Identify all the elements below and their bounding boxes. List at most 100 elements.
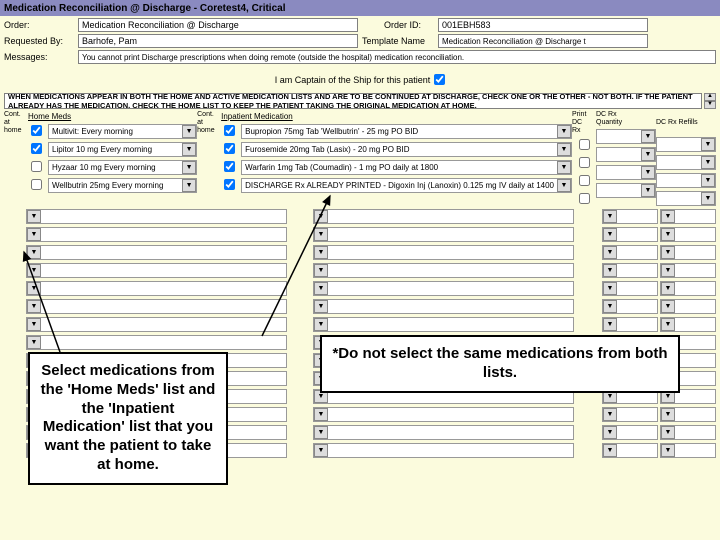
home-med-select[interactable]: Lipitor 10 mg Every morning▼: [48, 142, 197, 157]
chevron-down-icon[interactable]: ▼: [314, 282, 328, 295]
chevron-down-icon[interactable]: ▼: [661, 282, 675, 295]
empty-inpatient-select[interactable]: ▼: [313, 245, 574, 260]
chevron-down-icon[interactable]: ▼: [603, 426, 617, 439]
refills-select[interactable]: ▼: [656, 173, 716, 188]
empty-qty-select[interactable]: ▼: [602, 227, 658, 242]
home-med-checkbox[interactable]: [31, 125, 42, 136]
order-field[interactable]: Medication Reconciliation @ Discharge: [78, 18, 358, 32]
empty-qty-select[interactable]: ▼: [602, 407, 658, 422]
empty-home-select[interactable]: ▼: [26, 335, 287, 350]
chevron-down-icon[interactable]: ▼: [661, 246, 675, 259]
empty-home-select[interactable]: ▼: [26, 209, 287, 224]
chevron-down-icon[interactable]: ▼: [182, 125, 196, 138]
inpatient-med-checkbox[interactable]: [224, 161, 235, 172]
chevron-down-icon[interactable]: ▼: [27, 318, 41, 331]
refills-select[interactable]: ▼: [656, 155, 716, 170]
chevron-down-icon[interactable]: ▼: [641, 148, 655, 161]
chevron-down-icon[interactable]: ▼: [314, 408, 328, 421]
empty-qty-select[interactable]: ▼: [602, 443, 658, 458]
inpatient-med-select[interactable]: DISCHARGE Rx ALREADY PRINTED - Digoxin I…: [241, 178, 572, 193]
chevron-down-icon[interactable]: ▼: [603, 246, 617, 259]
chevron-down-icon[interactable]: ▼: [182, 143, 196, 156]
chevron-down-icon[interactable]: ▼: [557, 161, 571, 174]
home-med-checkbox[interactable]: [31, 179, 42, 190]
chevron-down-icon[interactable]: ▼: [314, 264, 328, 277]
empty-refills-select[interactable]: ▼: [660, 407, 716, 422]
empty-home-select[interactable]: ▼: [26, 227, 287, 242]
empty-refills-select[interactable]: ▼: [660, 317, 716, 332]
chevron-down-icon[interactable]: ▼: [557, 179, 571, 192]
chevron-down-icon[interactable]: ▼: [661, 264, 675, 277]
empty-refills-select[interactable]: ▼: [660, 227, 716, 242]
chevron-down-icon[interactable]: ▼: [701, 138, 715, 151]
inpatient-med-checkbox[interactable]: [224, 143, 235, 154]
chevron-down-icon[interactable]: ▼: [661, 444, 675, 457]
empty-home-select[interactable]: ▼: [26, 317, 287, 332]
chevron-down-icon[interactable]: ▼: [27, 336, 41, 349]
chevron-down-icon[interactable]: ▼: [641, 184, 655, 197]
print-rx-checkbox[interactable]: [579, 175, 590, 186]
qty-select[interactable]: ▼: [596, 165, 656, 180]
captain-checkbox[interactable]: [434, 74, 445, 85]
home-med-checkbox[interactable]: [31, 161, 42, 172]
empty-home-select[interactable]: ▼: [26, 299, 287, 314]
empty-inpatient-select[interactable]: ▼: [313, 227, 574, 242]
inpatient-med-select[interactable]: Warfarin 1mg Tab (Coumadin) - 1 mg PO da…: [241, 160, 572, 175]
chevron-down-icon[interactable]: ▼: [603, 228, 617, 241]
empty-inpatient-select[interactable]: ▼: [313, 299, 574, 314]
empty-qty-select[interactable]: ▼: [602, 209, 658, 224]
empty-inpatient-select[interactable]: ▼: [313, 443, 574, 458]
home-med-select[interactable]: Multivit: Every morning▼: [48, 124, 197, 139]
chevron-down-icon[interactable]: ▼: [557, 125, 571, 138]
print-rx-checkbox[interactable]: [579, 139, 590, 150]
chevron-down-icon[interactable]: ▼: [27, 228, 41, 241]
chevron-down-icon[interactable]: ▼: [701, 156, 715, 169]
empty-refills-select[interactable]: ▼: [660, 245, 716, 260]
chevron-down-icon[interactable]: ▼: [182, 179, 196, 192]
chevron-down-icon[interactable]: ▼: [661, 300, 675, 313]
empty-qty-select[interactable]: ▼: [602, 425, 658, 440]
chevron-down-icon[interactable]: ▼: [701, 174, 715, 187]
chevron-down-icon[interactable]: ▼: [603, 318, 617, 331]
chevron-down-icon[interactable]: ▼: [27, 282, 41, 295]
empty-refills-select[interactable]: ▼: [660, 263, 716, 278]
chevron-down-icon[interactable]: ▼: [701, 192, 715, 205]
chevron-down-icon[interactable]: ▼: [661, 318, 675, 331]
refills-select[interactable]: ▼: [656, 137, 716, 152]
empty-refills-select[interactable]: ▼: [660, 299, 716, 314]
chevron-down-icon[interactable]: ▼: [182, 161, 196, 174]
chevron-down-icon[interactable]: ▼: [661, 210, 675, 223]
empty-home-select[interactable]: ▼: [26, 245, 287, 260]
qty-select[interactable]: ▼: [596, 183, 656, 198]
chevron-down-icon[interactable]: ▼: [27, 210, 41, 223]
chevron-down-icon[interactable]: ▼: [641, 130, 655, 143]
chevron-down-icon[interactable]: ▼: [557, 143, 571, 156]
empty-refills-select[interactable]: ▼: [660, 443, 716, 458]
empty-qty-select[interactable]: ▼: [602, 245, 658, 260]
print-rx-checkbox[interactable]: [579, 157, 590, 168]
home-med-select[interactable]: Hyzaar 10 mg Every morning▼: [48, 160, 197, 175]
empty-qty-select[interactable]: ▼: [602, 299, 658, 314]
empty-qty-select[interactable]: ▼: [602, 281, 658, 296]
empty-qty-select[interactable]: ▼: [602, 317, 658, 332]
chevron-down-icon[interactable]: ▼: [603, 210, 617, 223]
chevron-down-icon[interactable]: ▼: [314, 300, 328, 313]
qty-select[interactable]: ▼: [596, 129, 656, 144]
empty-inpatient-select[interactable]: ▼: [313, 209, 574, 224]
chevron-down-icon[interactable]: ▼: [27, 246, 41, 259]
chevron-down-icon[interactable]: ▼: [603, 408, 617, 421]
chevron-down-icon[interactable]: ▼: [603, 282, 617, 295]
chevron-down-icon[interactable]: ▼: [27, 300, 41, 313]
empty-home-select[interactable]: ▼: [26, 263, 287, 278]
home-med-checkbox[interactable]: [31, 143, 42, 154]
refills-select[interactable]: ▼: [656, 191, 716, 206]
print-rx-checkbox[interactable]: [579, 193, 590, 204]
chevron-down-icon[interactable]: ▼: [661, 408, 675, 421]
home-med-select[interactable]: Wellbutrin 25mg Every morning▼: [48, 178, 197, 193]
empty-refills-select[interactable]: ▼: [660, 425, 716, 440]
inpatient-med-checkbox[interactable]: [224, 179, 235, 190]
inpatient-med-checkbox[interactable]: [224, 125, 235, 136]
requestedby-field[interactable]: Barhofe, Pam: [78, 34, 358, 48]
empty-qty-select[interactable]: ▼: [602, 263, 658, 278]
chevron-down-icon[interactable]: ▼: [314, 444, 328, 457]
